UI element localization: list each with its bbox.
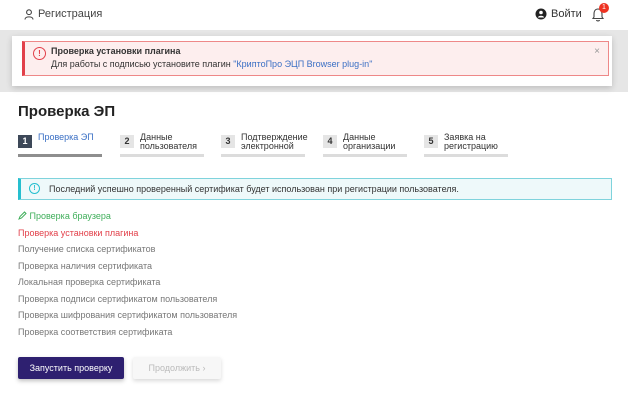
check-item-encryption: Проверка шифрования сертификатом пользов…	[18, 310, 238, 320]
page-title: Проверка ЭП	[18, 103, 116, 120]
step-label: Подтверждение электронной	[241, 133, 308, 151]
login-label: Войти	[551, 8, 582, 20]
check-item-plugin: Проверка установки плагина	[18, 228, 139, 238]
close-icon[interactable]: ×	[594, 46, 600, 57]
pen-check-icon	[18, 211, 27, 220]
check-item-signature: Проверка подписи сертификатом пользовате…	[18, 294, 218, 304]
check-item-cert-list: Получение списка сертификатов	[18, 244, 156, 254]
register-link[interactable]: Регистрация	[24, 8, 102, 20]
step-number: 2	[120, 135, 134, 148]
step-progress-bar	[120, 154, 204, 157]
check-item-compliance: Проверка соответствия сертификата	[18, 327, 173, 337]
check-item-cert-presence: Проверка наличия сертификата	[18, 261, 153, 271]
alert-text: Для работы с подписью установите плагин …	[51, 59, 372, 69]
register-label: Регистрация	[38, 8, 103, 20]
info-text: Последний успешно проверенный сертификат…	[49, 184, 459, 194]
account-circle-icon	[535, 8, 547, 20]
login-button[interactable]: Войти	[535, 8, 582, 20]
plugin-alert: ! Проверка установки плагина Для работы …	[12, 36, 612, 86]
check-label: Проверка браузера	[29, 211, 111, 221]
exclamation-circle-icon: !	[33, 47, 46, 60]
step-number: 3	[221, 135, 235, 148]
info-banner: ! Последний успешно проверенный сертифик…	[18, 178, 612, 200]
step-4[interactable]: 4 Данные организации	[323, 133, 407, 159]
alert-text-prefix: Для работы с подписью установите плагин	[51, 59, 234, 69]
step-label: Проверка ЭП	[38, 133, 94, 142]
user-icon	[24, 8, 34, 20]
step-label: Данные пользователя	[140, 133, 197, 151]
step-progress-bar	[323, 154, 407, 157]
step-progress-bar	[221, 154, 305, 157]
step-1[interactable]: 1 Проверка ЭП	[18, 133, 102, 159]
check-item-local-check: Локальная проверка сертификата	[18, 277, 161, 287]
info-circle-icon: !	[29, 183, 40, 194]
check-item-browser: Проверка браузера	[18, 211, 111, 221]
step-5[interactable]: 5 Заявка на регистрацию	[424, 133, 508, 159]
continue-button[interactable]: Продолжить ›	[133, 357, 221, 379]
plugin-link[interactable]: "КриптоПро ЭЦП Browser plug-in"	[233, 59, 372, 69]
step-number: 5	[424, 135, 438, 148]
alert-box: ! Проверка установки плагина Для работы …	[22, 41, 609, 76]
step-progress-bar	[424, 154, 508, 157]
step-3[interactable]: 3 Подтверждение электронной	[221, 133, 308, 159]
step-progress-bar	[18, 154, 102, 157]
step-label: Данные организации	[343, 133, 396, 151]
alert-title: Проверка установки плагина	[51, 46, 181, 56]
top-bar: Регистрация Войти 1	[0, 0, 628, 30]
step-number: 4	[323, 135, 337, 148]
stepper: 1 Проверка ЭП 2 Данные пользователя 3 По…	[18, 133, 518, 159]
start-check-button[interactable]: Запустить проверку	[18, 357, 124, 379]
step-label: Заявка на регистрацию	[444, 133, 498, 151]
notification-badge: 1	[599, 3, 609, 13]
step-number: 1	[18, 135, 32, 148]
step-2[interactable]: 2 Данные пользователя	[120, 133, 204, 159]
